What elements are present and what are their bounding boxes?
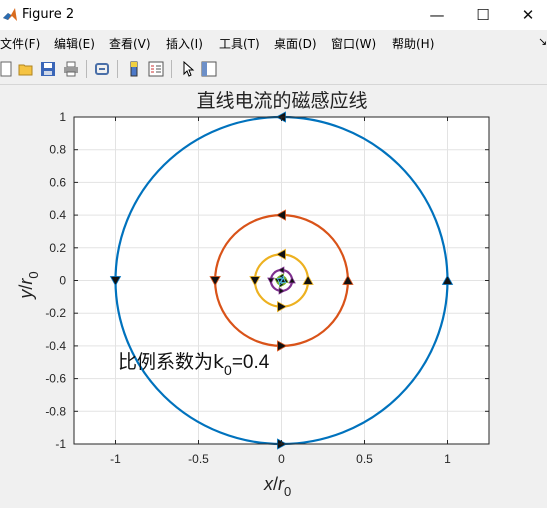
annotation-suffix: =0.4 xyxy=(232,352,270,373)
annotation-subscript: 0 xyxy=(224,362,232,378)
menu-help[interactable]: 帮助(H) xyxy=(392,35,434,52)
toolbar-separator xyxy=(171,60,172,78)
minimize-icon: — xyxy=(429,6,445,24)
new-icon[interactable] xyxy=(0,59,16,79)
open-icon[interactable] xyxy=(16,59,36,79)
chart-title: 直线电流的磁感应线 xyxy=(196,90,367,112)
figure-toolbar xyxy=(0,56,547,85)
menu-window[interactable]: 窗口(W) xyxy=(331,35,376,52)
y-tick-label: 0 xyxy=(59,274,66,288)
menu-dock-arrow-icon[interactable]: ↘ xyxy=(538,35,547,48)
x-tick-label: -0.5 xyxy=(188,452,209,466)
minimize-button[interactable]: — xyxy=(414,0,460,30)
y-tick-label: 0.2 xyxy=(49,241,66,255)
matlab-icon xyxy=(2,7,18,28)
menu-view[interactable]: 查看(V) xyxy=(109,35,151,52)
close-button[interactable]: ✕ xyxy=(505,0,547,30)
y-tick-label: -0.2 xyxy=(45,306,66,320)
save-icon[interactable] xyxy=(38,59,58,79)
x-tick-label: 1 xyxy=(444,452,451,466)
y-tick-label: 0.4 xyxy=(49,208,66,222)
y-tick-label: -1 xyxy=(55,437,66,451)
toolbar-separator xyxy=(86,60,87,78)
x-axis-label: x/r0 xyxy=(263,474,291,499)
property-inspector-icon[interactable] xyxy=(199,59,219,79)
y-tick-label: 1 xyxy=(59,110,66,124)
x-tick-label: -1 xyxy=(110,452,121,466)
y-tick-label: 0.8 xyxy=(49,143,66,157)
menu-insert[interactable]: 插入(I) xyxy=(166,35,203,52)
close-icon: ✕ xyxy=(521,6,535,24)
x-tick-label: 0.5 xyxy=(356,452,373,466)
y-tick-label: -0.6 xyxy=(45,372,66,386)
window-title: Figure 2 xyxy=(22,7,75,22)
pointer-icon[interactable] xyxy=(178,59,198,79)
menu-file[interactable]: 文件(F) xyxy=(0,35,40,52)
y-axis-label: y/r0 xyxy=(16,271,41,300)
menu-desktop[interactable]: 桌面(D) xyxy=(274,35,317,52)
menu-tools[interactable]: 工具(T) xyxy=(219,35,260,52)
window-titlebar: Figure 2 — ☐ ✕ xyxy=(0,0,547,30)
link-icon[interactable] xyxy=(92,59,112,79)
y-tick-label: -0.8 xyxy=(45,404,66,418)
legend-icon[interactable] xyxy=(146,59,166,79)
colorbar-icon[interactable] xyxy=(124,59,144,79)
menu-edit[interactable]: 编辑(E) xyxy=(54,35,95,52)
print-icon[interactable] xyxy=(61,59,81,79)
maximize-button[interactable]: ☐ xyxy=(460,0,506,30)
toolbar-separator xyxy=(117,60,118,78)
annotation-prefix: 比例系数为k xyxy=(118,351,224,373)
plot-figure: -1 -0.5 0 0.5 1 1 0.8 0.6 0.4 0.2 0 -0.2 -0.4 -0.6 -0.… xyxy=(16,90,490,499)
figure-canvas: -1 -0.5 0 0.5 1 1 0.8 0.6 0.4 0.2 0 -0.2 -0.4 -0.6 -0.… xyxy=(0,85,547,503)
y-tick-label: 0.6 xyxy=(49,175,66,189)
x-tick-label: 0 xyxy=(278,452,285,466)
maximize-icon: ☐ xyxy=(476,6,490,24)
y-tick-label: -0.4 xyxy=(45,339,66,353)
